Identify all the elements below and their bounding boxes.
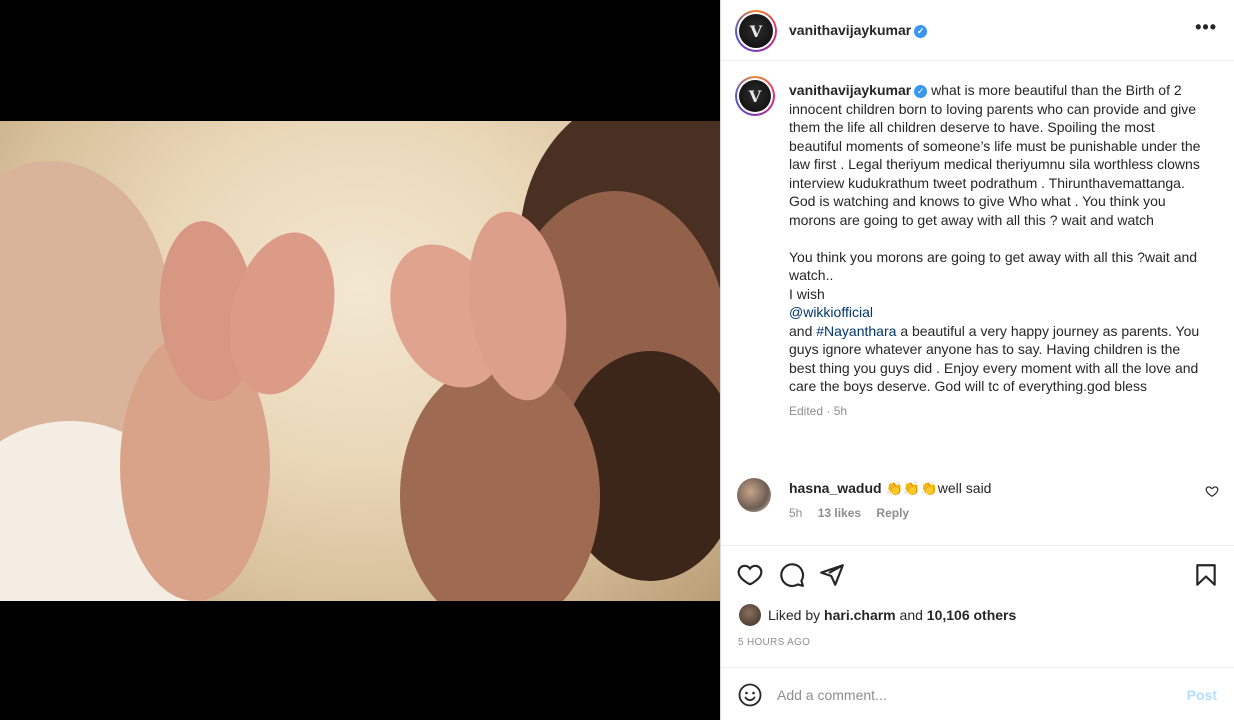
comment-text: 👏👏👏well said [885,480,992,496]
post-photo[interactable] [0,121,720,601]
caption-body: vanithavijaykumar ✓ what is more beautifu… [789,81,1209,420]
comment-icon[interactable] [779,562,805,588]
commenter-username[interactable]: hasna_wadud [789,480,882,496]
author-avatar-image: V [739,14,773,48]
caption-paragraph-2: You think you morons are going to get aw… [789,248,1198,284]
comment-item: hasna_wadud 👏👏👏well said 5h 13 likes Rep… [721,475,1234,535]
likes-mid: and [899,607,923,623]
action-bar [721,548,1234,600]
emoji-icon[interactable] [738,683,762,707]
likes-prefix: Liked by [768,607,821,623]
caption-avatar-image: V [739,80,771,112]
likes-summary: Liked by hari.charm and 10,106 others [739,604,1016,626]
add-comment-input[interactable] [777,682,1167,708]
caption-text: what is more beautiful than the Birth of… [789,82,1201,228]
caption-paragraph-1: vanithavijaykumar ✓ what is more beautifu… [789,81,1209,229]
author-username-text[interactable]: vanithavijaykumar [789,22,911,38]
author-avatar[interactable]: V [735,10,777,52]
post-media[interactable] [0,0,720,720]
edited-timestamp[interactable]: Edited · 5h [789,402,1209,421]
post-time-ago[interactable]: 5 HOURS AGO [738,637,810,648]
caption-username[interactable]: vanithavijaykumar [789,82,911,98]
comment-text-row: hasna_wadud 👏👏👏well said [789,480,991,497]
post-comment-button[interactable]: Post [1187,687,1217,703]
verified-badge-icon: ✓ [914,85,928,98]
post-sidebar: V vanithavijaykumar ✓ ••• V vanithavijayk… [720,0,1234,720]
bookmark-icon[interactable] [1193,562,1219,588]
post-header: V vanithavijaykumar ✓ ••• [721,0,1234,61]
caption-paragraph-4: and #Nayanthara a beautiful a very happy… [789,322,1209,396]
liker-username[interactable]: hari.charm [824,607,896,623]
caption-and-word: and [789,322,813,339]
liker-avatar[interactable] [739,604,761,626]
hashtag-link[interactable]: #Nayanthara [816,323,896,339]
likes-count[interactable]: 10,106 others [927,607,1017,623]
comment-time[interactable]: 5h [789,506,802,520]
add-comment-bar: Post [721,667,1234,720]
verified-badge-icon: ✓ [914,25,928,38]
caption-paragraph-3: I wish [789,285,825,302]
heart-icon[interactable] [737,562,763,588]
share-icon[interactable] [819,562,845,588]
author-username[interactable]: vanithavijaykumar ✓ [789,22,928,38]
caption-section: V vanithavijaykumar ✓ what is more beauti… [721,62,1234,546]
commenter-avatar[interactable] [737,478,771,512]
caption-avatar[interactable]: V [735,76,775,116]
comment-likes[interactable]: 13 likes [818,506,861,520]
comment-reply-button[interactable]: Reply [876,506,909,520]
comment-meta: 5h 13 likes Reply [789,506,921,520]
more-options-icon[interactable]: ••• [1195,17,1217,38]
comment-like-heart-icon[interactable] [1205,484,1219,498]
mention-link[interactable]: @wikkiofficial [789,304,873,320]
